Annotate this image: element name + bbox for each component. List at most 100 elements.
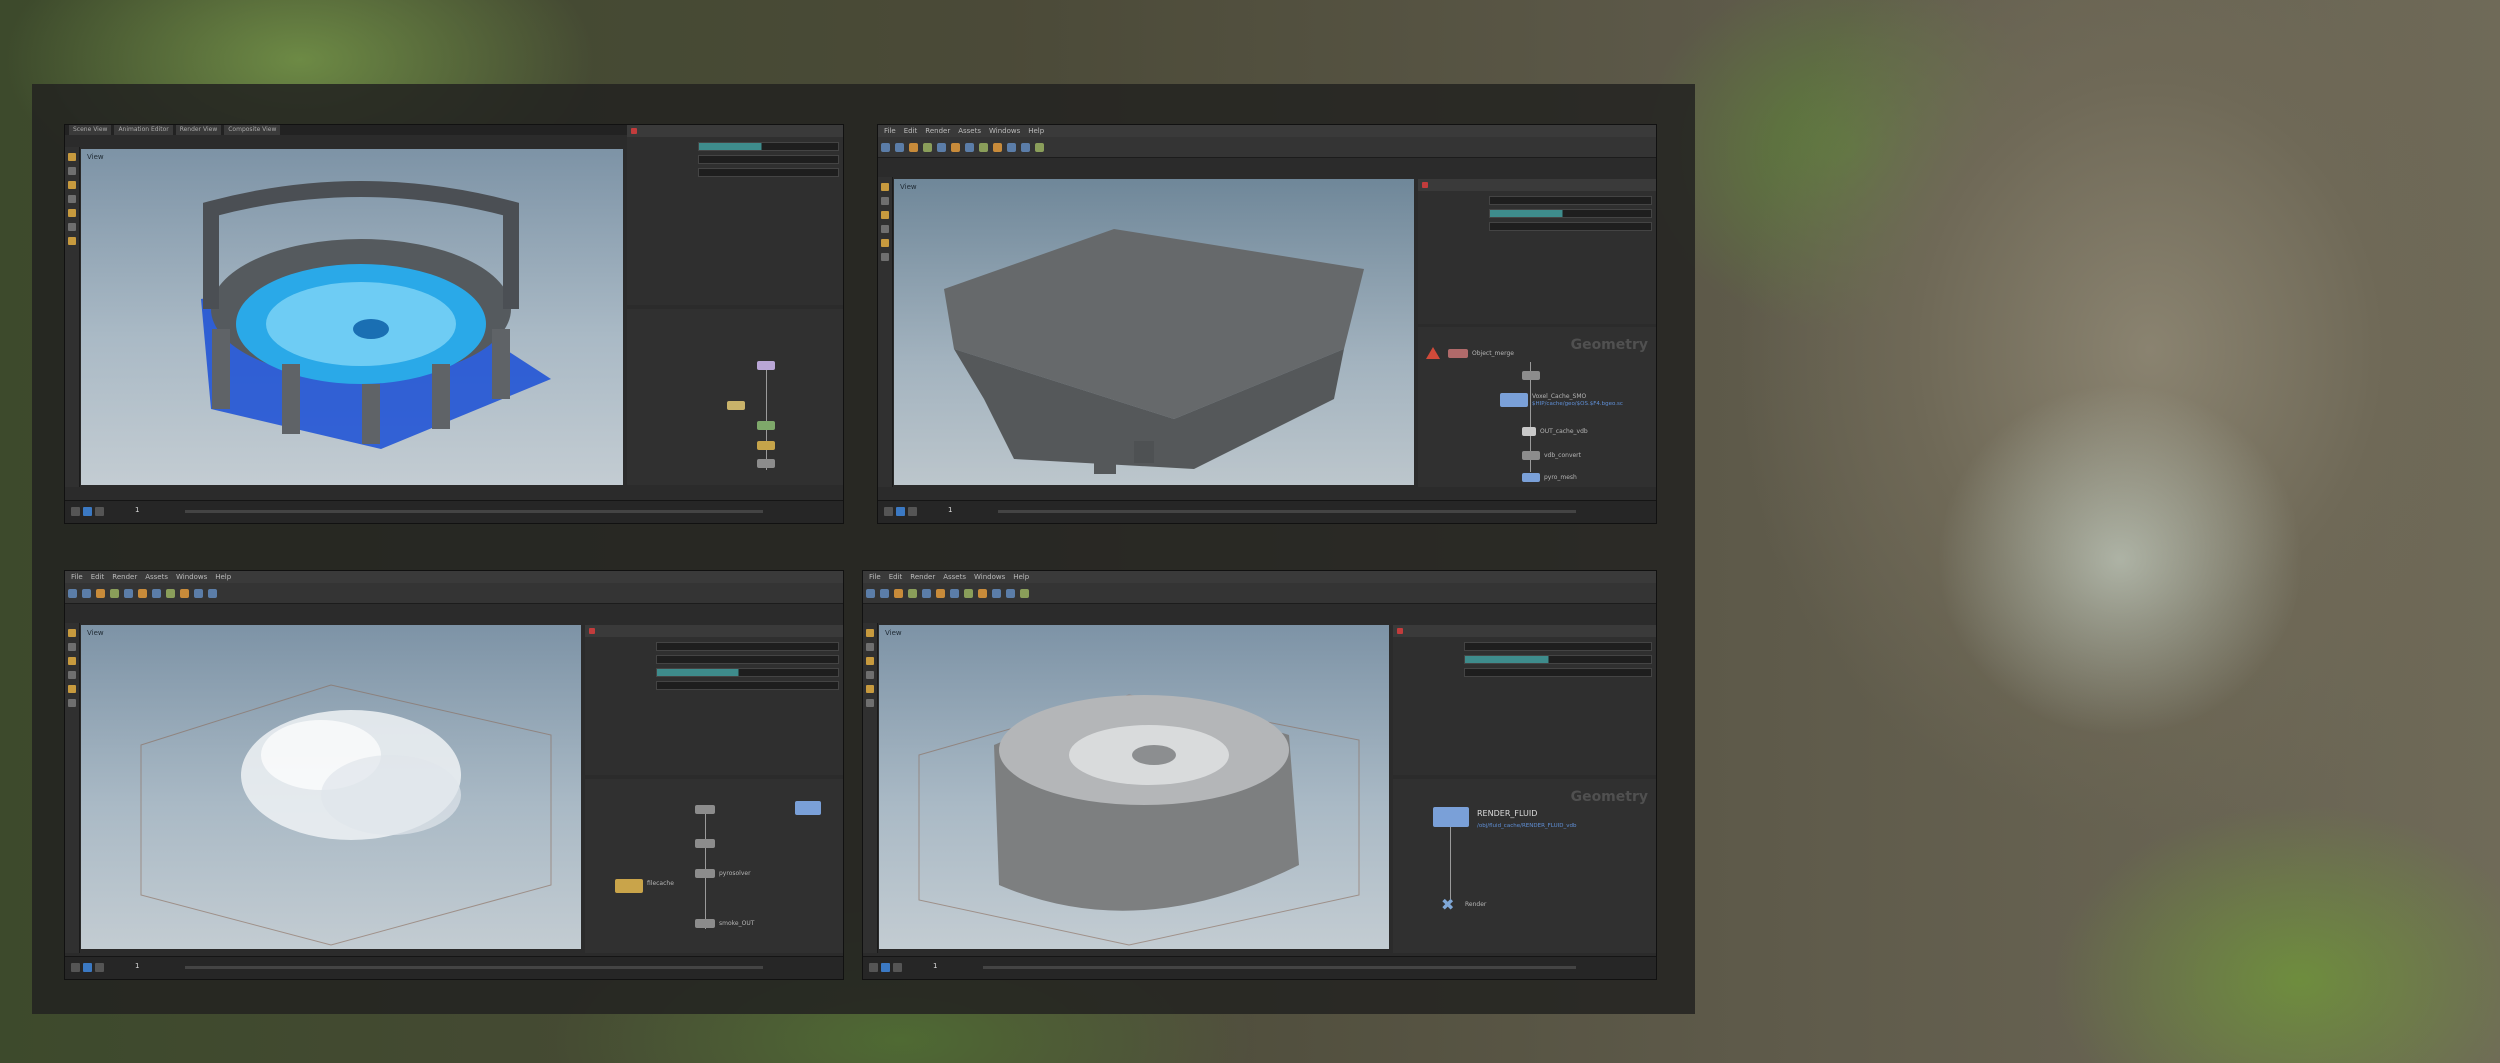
step-button[interactable] xyxy=(95,963,104,972)
render-node-icon[interactable]: ✖ xyxy=(1441,895,1454,914)
timeline-slider[interactable] xyxy=(185,510,763,513)
shelf-tool-icon[interactable] xyxy=(152,589,161,598)
network-node[interactable] xyxy=(757,459,775,468)
param-slider[interactable] xyxy=(656,668,839,677)
param-field[interactable] xyxy=(656,642,839,651)
select-tool-icon[interactable] xyxy=(866,629,874,637)
network-node[interactable] xyxy=(1522,473,1540,482)
shelf-tool-icon[interactable] xyxy=(923,143,932,152)
move-tool-icon[interactable] xyxy=(68,167,76,175)
shelf-tool-icon[interactable] xyxy=(978,589,987,598)
shelf-tool-icon[interactable] xyxy=(993,143,1002,152)
param-field[interactable] xyxy=(1489,222,1652,231)
rewind-button[interactable] xyxy=(869,963,878,972)
menu-file[interactable]: File xyxy=(884,127,896,135)
move-tool-icon[interactable] xyxy=(881,197,889,205)
param-slider[interactable] xyxy=(1464,655,1652,664)
select-tool-icon[interactable] xyxy=(68,629,76,637)
tab-animation-editor[interactable]: Animation Editor xyxy=(114,125,173,135)
network-node[interactable] xyxy=(727,401,745,410)
network-node[interactable] xyxy=(615,879,643,893)
menu-assets[interactable]: Assets xyxy=(145,573,168,581)
play-button[interactable] xyxy=(83,963,92,972)
rewind-button[interactable] xyxy=(71,507,80,516)
rewind-button[interactable] xyxy=(71,963,80,972)
3d-viewport[interactable]: View xyxy=(879,625,1389,949)
step-button[interactable] xyxy=(908,507,917,516)
menu-windows[interactable]: Windows xyxy=(974,573,1005,581)
network-node[interactable] xyxy=(757,421,775,430)
view-tool-icon[interactable] xyxy=(68,699,76,707)
shelf-tool-icon[interactable] xyxy=(965,143,974,152)
rotate-tool-icon[interactable] xyxy=(68,657,76,665)
menu-windows[interactable]: Windows xyxy=(989,127,1020,135)
rotate-tool-icon[interactable] xyxy=(68,181,76,189)
network-editor[interactable]: Geometry RENDER_FLUID /obj/fluid_cache/R… xyxy=(1393,779,1656,953)
shelf-tool-icon[interactable] xyxy=(881,143,890,152)
shelf-tool-icon[interactable] xyxy=(895,143,904,152)
move-tool-icon[interactable] xyxy=(866,643,874,651)
shelf-tool-icon[interactable] xyxy=(68,589,77,598)
param-slider[interactable] xyxy=(1489,209,1652,218)
timeline-slider[interactable] xyxy=(185,966,763,969)
shelf-tool-icon[interactable] xyxy=(1006,589,1015,598)
shelf-tool-icon[interactable] xyxy=(208,589,217,598)
shelf-tool-icon[interactable] xyxy=(110,589,119,598)
network-node[interactable] xyxy=(695,919,715,928)
current-frame[interactable]: 1 xyxy=(933,962,937,970)
menu-windows[interactable]: Windows xyxy=(176,573,207,581)
menu-render[interactable]: Render xyxy=(925,127,950,135)
rotate-tool-icon[interactable] xyxy=(866,657,874,665)
view-tool-icon[interactable] xyxy=(866,699,874,707)
tab-render-view[interactable]: Render View xyxy=(175,125,222,135)
step-button[interactable] xyxy=(893,963,902,972)
menu-file[interactable]: File xyxy=(71,573,83,581)
network-node[interactable] xyxy=(695,869,715,878)
shelf-tool-icon[interactable] xyxy=(82,589,91,598)
timeline-slider[interactable] xyxy=(983,966,1576,969)
network-editor[interactable]: filecache pyrosolver smoke_OUT xyxy=(585,779,843,953)
handle-tool-icon[interactable] xyxy=(68,209,76,217)
play-button[interactable] xyxy=(896,507,905,516)
view-tool-icon[interactable] xyxy=(68,223,76,231)
scale-tool-icon[interactable] xyxy=(881,225,889,233)
param-field[interactable] xyxy=(656,655,839,664)
shelf-tool-icon[interactable] xyxy=(866,589,875,598)
select-tool-icon[interactable] xyxy=(881,183,889,191)
shelf-tool-icon[interactable] xyxy=(909,143,918,152)
param-field[interactable] xyxy=(656,681,839,690)
shelf-tool-icon[interactable] xyxy=(194,589,203,598)
menu-file[interactable]: File xyxy=(869,573,881,581)
shelf-tool-icon[interactable] xyxy=(880,589,889,598)
current-frame[interactable]: 1 xyxy=(135,962,139,970)
network-node[interactable] xyxy=(757,441,775,450)
view-tool-icon[interactable] xyxy=(881,253,889,261)
shelf-tool-icon[interactable] xyxy=(96,589,105,598)
network-node[interactable] xyxy=(757,361,775,370)
menu-help[interactable]: Help xyxy=(1013,573,1029,581)
param-field[interactable] xyxy=(1489,196,1652,205)
network-node[interactable] xyxy=(695,839,715,848)
shelf-tool-icon[interactable] xyxy=(908,589,917,598)
timeline-slider[interactable] xyxy=(998,510,1576,513)
network-node[interactable] xyxy=(1522,427,1536,436)
menu-render[interactable]: Render xyxy=(910,573,935,581)
shelf-tool-icon[interactable] xyxy=(166,589,175,598)
play-button[interactable] xyxy=(881,963,890,972)
3d-viewport[interactable]: View xyxy=(81,149,623,485)
param-field[interactable] xyxy=(1464,668,1652,677)
menu-help[interactable]: Help xyxy=(1028,127,1044,135)
shelf-tool-icon[interactable] xyxy=(1035,143,1044,152)
handle-tool-icon[interactable] xyxy=(881,239,889,247)
current-frame[interactable]: 1 xyxy=(948,506,952,514)
rewind-button[interactable] xyxy=(884,507,893,516)
shelf-tool-icon[interactable] xyxy=(922,589,931,598)
shelf-tool-icon[interactable] xyxy=(894,589,903,598)
shelf-tool-icon[interactable] xyxy=(1007,143,1016,152)
shelf-tool-icon[interactable] xyxy=(964,589,973,598)
shelf-tool-icon[interactable] xyxy=(1020,589,1029,598)
current-frame[interactable]: 1 xyxy=(135,506,139,514)
menu-help[interactable]: Help xyxy=(215,573,231,581)
network-editor[interactable]: Geometry Object_merge Voxel_Cache_SMO $H… xyxy=(1418,327,1656,487)
scale-tool-icon[interactable] xyxy=(68,195,76,203)
